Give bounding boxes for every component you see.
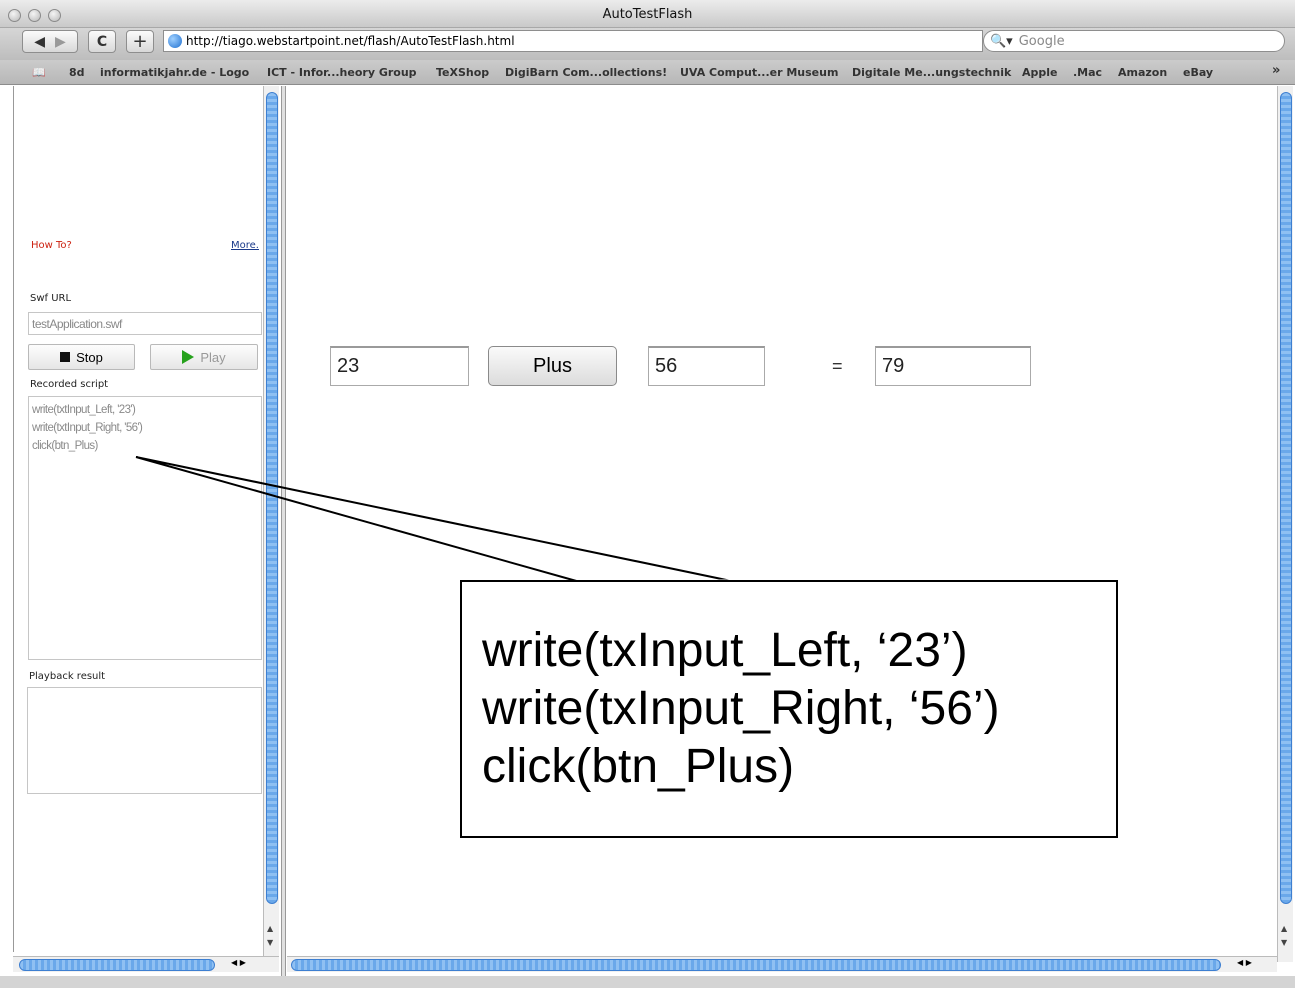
window-bottom-edge xyxy=(0,976,1295,988)
annotation-callout: write(txInput_Left, ‘23’) write(txInput_… xyxy=(460,580,1118,838)
callout-line: write(txInput_Left, ‘23’) xyxy=(482,624,968,677)
callout-pointer xyxy=(135,456,737,583)
callout-line: write(txInput_Right, ‘56’) xyxy=(482,682,1000,735)
callout-line: click(btn_Plus) xyxy=(482,740,795,793)
